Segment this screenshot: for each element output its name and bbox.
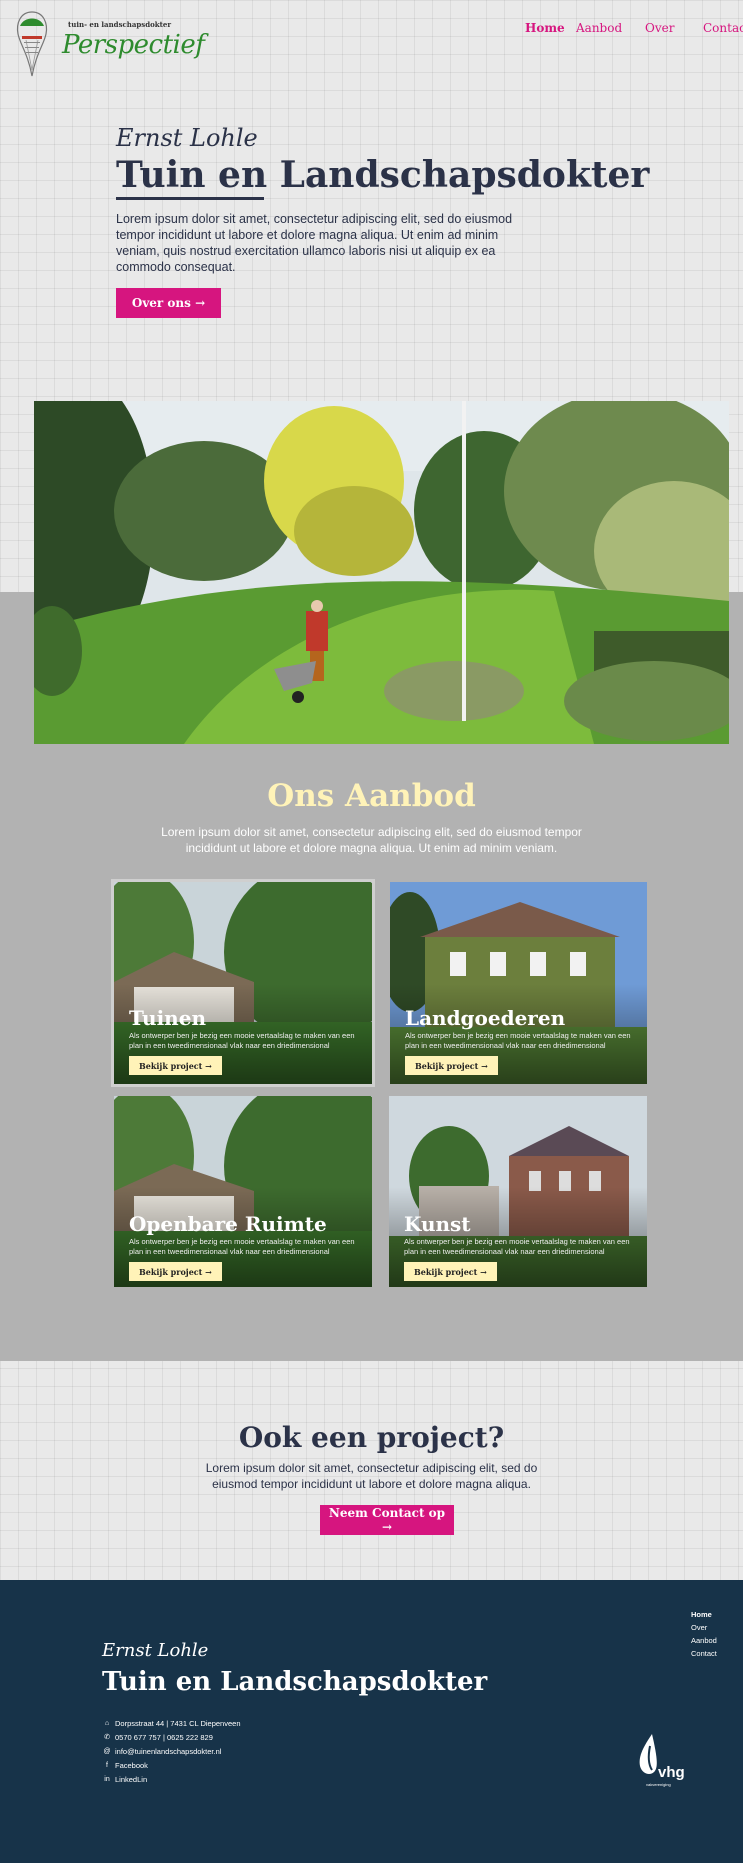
card-title: Openbare Ruimte [129, 1212, 327, 1236]
logo-subtitle: tuin- en landschapsdokter [68, 20, 172, 29]
hero-script-name: Ernst Lohle [116, 124, 258, 152]
hero-title-underline [116, 197, 264, 200]
contact-email[interactable]: @ info@tuinenlandschapsdokter.nl [102, 1744, 241, 1758]
footer-nav-contact[interactable]: Contact [691, 1647, 717, 1660]
nav-over[interactable]: Over [645, 21, 674, 35]
card-description: Als ontwerper ben je bezig een mooie ver… [129, 1031, 355, 1050]
bekijk-project-button[interactable]: Bekijk project → [129, 1056, 222, 1075]
vhg-badge: vhg vakvereniging [628, 1732, 698, 1790]
bekijk-project-button[interactable]: Bekijk project → [405, 1056, 498, 1075]
card-openbare-ruimte[interactable]: Openbare Ruimte Als ontwerper ben je bez… [114, 1096, 372, 1287]
card-title: Tuinen [129, 1006, 206, 1030]
vhg-subtext: vakvereniging [646, 1782, 671, 1787]
facebook-icon: f [106, 1761, 108, 1769]
contact-facebook[interactable]: f Facebook [102, 1758, 241, 1772]
aanbod-title: Ons Aanbod [267, 778, 476, 814]
logo-balloon-icon [16, 11, 48, 77]
footer-nav-over[interactable]: Over [691, 1621, 717, 1634]
footer-script-name: Ernst Lohle [102, 1640, 209, 1661]
card-kunst[interactable]: Kunst Als ontwerper ben je bezig een moo… [389, 1096, 647, 1287]
project-title: Ook een project? [238, 1421, 505, 1454]
card-title: Kunst [404, 1212, 471, 1236]
card-description: Als ontwerper ben je bezig een mooie ver… [405, 1031, 631, 1050]
nav-aanbod[interactable]: Aanbod [576, 21, 622, 35]
aanbod-text: Lorem ipsum dolor sit amet, consectetur … [161, 825, 582, 855]
logo-name: Perspectief [62, 30, 205, 60]
card-description: Als ontwerper ben je bezig een mooie ver… [404, 1237, 630, 1256]
garden-photo [34, 401, 729, 744]
footer-title: Tuin en Landschapsdokter [102, 1667, 488, 1697]
home-icon: ⌂ [104, 1719, 110, 1727]
contact-linkedin[interactable]: in LinkedLin [102, 1772, 241, 1786]
card-tuinen[interactable]: Tuinen Als ontwerper ben je bezig een mo… [111, 879, 375, 1087]
contact-button[interactable]: Neem Contact op → [320, 1505, 454, 1535]
bekijk-project-button[interactable]: Bekijk project → [129, 1262, 222, 1281]
footer-contact-list: ⌂ Dorpsstraat 44 | 7431 CL Diepenveen ✆ 05… [102, 1716, 241, 1786]
phone-icon: ✆ [104, 1734, 110, 1741]
linkedin-icon: in [104, 1775, 110, 1783]
footer-nav-home[interactable]: Home [691, 1608, 717, 1621]
nav-contact[interactable]: Contact [703, 21, 743, 35]
nav-home[interactable]: Home [525, 21, 565, 35]
project-text: Lorem ipsum dolor sit amet, consectetur … [205, 1461, 538, 1491]
over-ons-button[interactable]: Over ons → [116, 288, 221, 318]
card-landgoederen[interactable]: Landgoederen Als ontwerper ben je bezig … [390, 882, 647, 1084]
logo[interactable]: tuin- en landschapsdokter Perspectief [14, 10, 205, 80]
bekijk-project-button[interactable]: Bekijk project → [404, 1262, 497, 1281]
footer-nav: Home Over Aanbod Contact [691, 1608, 717, 1660]
footer-nav-aanbod[interactable]: Aanbod [691, 1634, 717, 1647]
card-description: Als ontwerper ben je bezig een mooie ver… [129, 1237, 355, 1256]
hero-title: Tuin en Landschapsdokter [116, 154, 650, 196]
contact-phone[interactable]: ✆ 0570 677 757 | 0625 222 829 [102, 1730, 241, 1744]
card-title: Landgoederen [405, 1006, 566, 1030]
vhg-text: vhg [658, 1764, 685, 1781]
footer: Ernst Lohle Tuin en Landschapsdokter ⌂ Do… [0, 1580, 743, 1863]
contact-address: ⌂ Dorpsstraat 44 | 7431 CL Diepenveen [102, 1716, 241, 1730]
hero-text: Lorem ipsum dolor sit amet, consectetur … [116, 212, 513, 274]
at-icon: @ [103, 1747, 111, 1755]
